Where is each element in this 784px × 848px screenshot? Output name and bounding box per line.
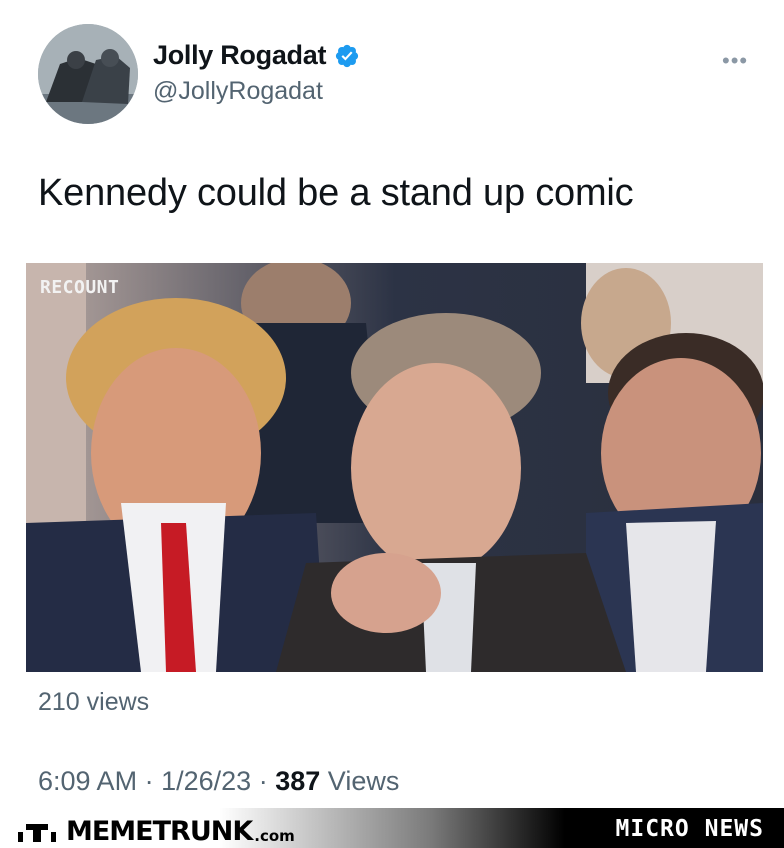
separator: · (144, 766, 154, 796)
micro-news-tag: MICRO NEWS (615, 816, 764, 842)
media-overlay-label: RECOUNT (40, 277, 120, 298)
tweet-meta: 6:09 AM · 1/26/23 · 387 Views (38, 766, 399, 797)
memetrunk-logo-icon (18, 823, 56, 842)
brand-suffix: .com (254, 826, 295, 845)
separator: · (258, 766, 268, 796)
display-name[interactable]: Jolly Rogadat (153, 40, 326, 71)
verified-badge-icon (336, 44, 359, 67)
brand-name: MEMETRUNK (66, 816, 253, 847)
views-number: 387 (275, 766, 321, 796)
tweet-text: Kennedy could be a stand up comic (38, 172, 634, 214)
name-row: Jolly Rogadat (153, 40, 360, 71)
user-handle[interactable]: @JollyRogadat (153, 77, 323, 106)
memetrunk-logo: MEMETRUNK .com (18, 816, 295, 847)
views-word: Views (327, 766, 400, 796)
watermark-footer: MEMETRUNK .com MICRO NEWS (0, 808, 784, 848)
more-icon[interactable]: ••• (722, 48, 748, 74)
tweet-media-video[interactable]: RECOUNT (26, 263, 763, 672)
tweet-time[interactable]: 6:09 AM (38, 766, 137, 796)
avatar[interactable] (38, 24, 138, 124)
tweet-date[interactable]: 1/26/23 (161, 766, 251, 796)
view-count: 210 views (38, 688, 150, 716)
